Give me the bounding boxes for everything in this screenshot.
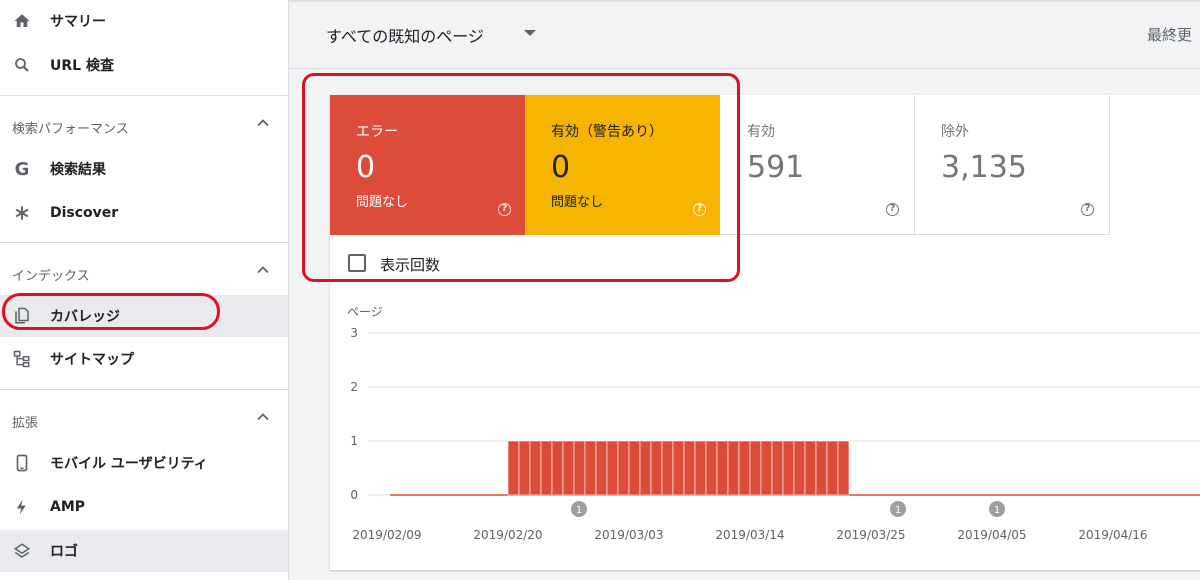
x-tick-label: 2019/02/09 — [352, 528, 421, 542]
coverage-chart: ページ 0 1 2 3 1 1 1 2019/02/09 2019/02/20 2019/03/03… — [347, 305, 1200, 542]
chart-bar — [826, 440, 839, 496]
x-tick-label: 2019/03/25 — [836, 528, 905, 542]
chart-bar — [661, 440, 674, 496]
chart-bar — [540, 440, 553, 496]
chart-bar — [815, 440, 828, 496]
chart-bar — [771, 440, 784, 496]
chart-bar — [804, 440, 817, 496]
chart-bar — [595, 440, 608, 496]
chart-bar — [782, 440, 795, 496]
annotation-label: 1 — [994, 505, 1000, 516]
y-tick-label: 2 — [350, 380, 358, 394]
annotation-label: 1 — [895, 505, 901, 516]
x-tick-label: 2019/02/20 — [473, 528, 542, 542]
chart-bar — [650, 440, 663, 496]
chart-bar — [705, 440, 718, 496]
chart-bar — [628, 440, 641, 496]
chart-bar — [727, 440, 740, 496]
chart-bar — [551, 440, 564, 496]
x-tick-label: 2019/03/03 — [594, 528, 663, 542]
chart-bar — [606, 440, 619, 496]
chart-bar — [793, 440, 806, 496]
chart-bar — [639, 440, 652, 496]
y-axis-label: ページ — [347, 305, 383, 319]
x-tick-label: 2019/03/14 — [715, 528, 784, 542]
y-tick-label: 0 — [350, 488, 358, 502]
chart-bar — [738, 440, 751, 496]
chart-bar — [507, 440, 520, 496]
y-tick-label: 1 — [350, 434, 358, 448]
chart-bar — [760, 440, 773, 496]
chart-bar — [716, 440, 729, 496]
chart-bar — [694, 440, 707, 496]
chart-bar — [749, 440, 762, 496]
y-tick-label: 3 — [350, 326, 358, 340]
chart-bar — [562, 440, 575, 496]
chart-bar — [518, 440, 531, 496]
chart-bar — [837, 440, 850, 496]
chart-bar — [683, 440, 696, 496]
chart-bar — [617, 440, 630, 496]
chart-bar — [584, 440, 597, 496]
x-tick-label: 2019/04/05 — [957, 528, 1026, 542]
chart-bar — [672, 440, 685, 496]
chart-bar — [573, 440, 586, 496]
annotation-label: 1 — [576, 505, 582, 516]
x-tick-label: 2019/04/16 — [1078, 528, 1147, 542]
chart-bar — [529, 440, 542, 496]
